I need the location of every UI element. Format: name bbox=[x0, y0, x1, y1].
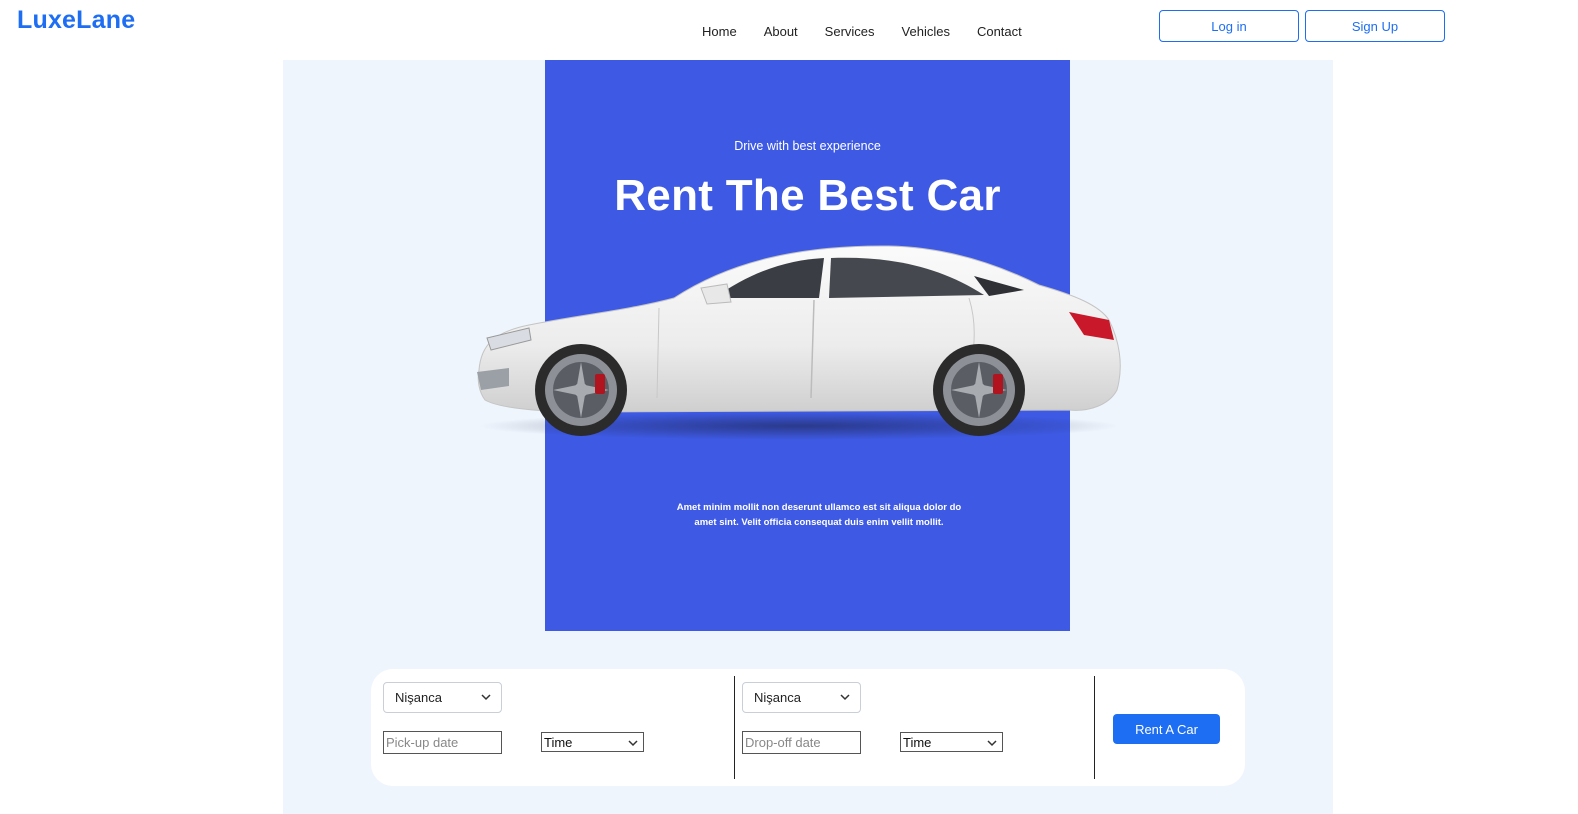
chevron-down-icon bbox=[481, 694, 491, 701]
logo[interactable]: LuxeLane bbox=[17, 6, 135, 35]
signup-button[interactable]: Sign Up bbox=[1305, 10, 1445, 42]
dropoff-date-placeholder: Drop-off date bbox=[745, 735, 821, 750]
dropoff-location-value: Nişanca bbox=[754, 690, 801, 705]
booking-divider bbox=[734, 676, 735, 779]
chevron-down-icon bbox=[840, 694, 850, 701]
nav-home[interactable]: Home bbox=[702, 24, 737, 40]
pickup-date-input[interactable]: Pick-up date bbox=[383, 731, 502, 754]
hero-description: Amet minim mollit non deserunt ullamco e… bbox=[676, 502, 962, 528]
booking-divider bbox=[1094, 676, 1095, 779]
pickup-time-select[interactable]: Time bbox=[541, 732, 644, 752]
nav-about[interactable]: About bbox=[764, 24, 798, 40]
pickup-date-placeholder: Pick-up date bbox=[386, 735, 459, 750]
car-image bbox=[477, 245, 1121, 440]
pickup-time-value: Time bbox=[544, 734, 573, 750]
nav-vehicles[interactable]: Vehicles bbox=[902, 24, 950, 40]
rent-car-button[interactable]: Rent A Car bbox=[1113, 714, 1220, 744]
dropoff-time-value: Time bbox=[903, 734, 932, 750]
hero-kicker: Drive with best experience bbox=[734, 139, 881, 153]
auth-buttons: Log in Sign Up bbox=[1159, 10, 1445, 42]
main-section: Drive with best experience Rent The Best… bbox=[283, 60, 1333, 814]
nav-services[interactable]: Services bbox=[825, 24, 875, 40]
nav-contact[interactable]: Contact bbox=[977, 24, 1022, 40]
chevron-down-icon bbox=[987, 740, 997, 747]
dropoff-location-select[interactable]: Nişanca bbox=[742, 682, 861, 713]
login-button[interactable]: Log in bbox=[1159, 10, 1299, 42]
chevron-down-icon bbox=[628, 740, 638, 747]
pickup-location-select[interactable]: Nişanca bbox=[383, 682, 502, 713]
pickup-location-value: Nişanca bbox=[395, 690, 442, 705]
dropoff-date-input[interactable]: Drop-off date bbox=[742, 731, 861, 754]
hero-title: Rent The Best Car bbox=[614, 171, 1001, 220]
booking-form: Nişanca Pick-up date Time Nişanca Drop-o… bbox=[371, 669, 1245, 786]
page: LuxeLane Home About Services Vehicles Co… bbox=[0, 0, 1578, 814]
main-nav: Home About Services Vehicles Contact bbox=[702, 24, 1049, 40]
dropoff-time-select[interactable]: Time bbox=[900, 732, 1003, 752]
